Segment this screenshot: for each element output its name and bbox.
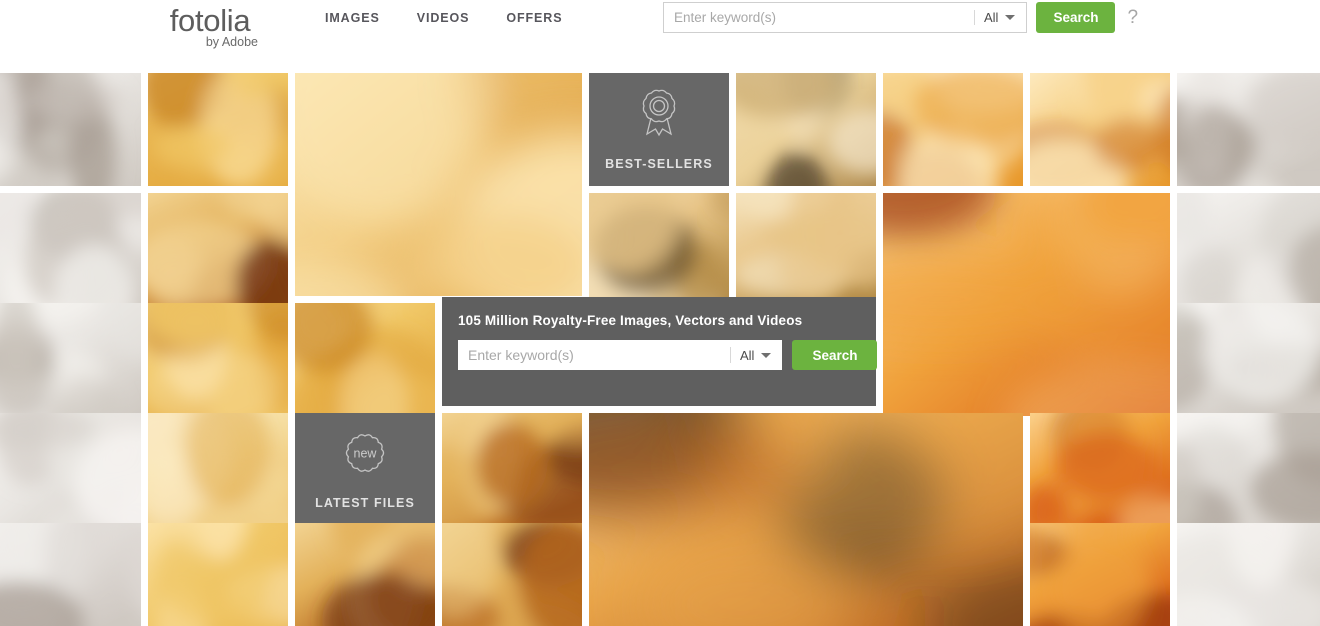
chevron-down-icon xyxy=(1005,15,1016,20)
tile-honeycomb-g[interactable] xyxy=(148,413,288,526)
chevron-down-icon xyxy=(761,352,772,358)
best-sellers-label: BEST-SELLERS xyxy=(605,157,713,171)
tile-green-facemask[interactable] xyxy=(0,303,141,416)
site-header: fotolia by Adobe IMAGES VIDEOS OFFERS Al… xyxy=(0,0,1320,64)
tile-honeycomb-d[interactable] xyxy=(148,193,288,306)
nav-item-images[interactable]: IMAGES xyxy=(325,11,380,25)
tile-golf-balls[interactable] xyxy=(1177,523,1320,626)
tile-honeycomb-f[interactable] xyxy=(295,303,435,416)
header-search-bar: All Search ? xyxy=(663,2,1138,33)
hero-scope-label: All xyxy=(740,347,755,363)
tile-best-sellers[interactable]: BEST-SELLERS xyxy=(589,73,729,186)
award-ribbon-icon xyxy=(637,88,681,143)
tile-pink-scooter[interactable] xyxy=(1177,73,1320,186)
tile-desert-mesa[interactable] xyxy=(0,193,141,306)
hero-title: 105 Million Royalty-Free Images, Vectors… xyxy=(458,313,803,328)
header-scope-label: All xyxy=(984,10,999,25)
hero-search-button[interactable]: Search xyxy=(792,340,878,370)
header-search-button[interactable]: Search xyxy=(1036,2,1116,33)
tile-beach-umbrella[interactable] xyxy=(0,523,141,626)
header-scope-dropdown[interactable]: All xyxy=(975,3,1026,32)
tile-latest-files[interactable]: new LATEST FILES xyxy=(295,413,435,526)
hero-search-bar: All Search xyxy=(458,340,878,370)
tile-bee-eye-a[interactable] xyxy=(589,193,729,306)
hero-searchbox: All xyxy=(458,340,783,370)
header-searchbox: All xyxy=(663,2,1028,33)
tile-craft-table[interactable] xyxy=(1177,303,1320,416)
tile-climber[interactable] xyxy=(1177,413,1320,526)
fotolia-logo[interactable]: fotolia by Adobe xyxy=(160,4,260,49)
tile-paw-print[interactable] xyxy=(0,413,141,526)
hero-search-panel: 105 Million Royalty-Free Images, Vectors… xyxy=(442,297,878,406)
tile-honeycomb-a[interactable] xyxy=(148,73,288,186)
tile-honeycomb-i[interactable] xyxy=(1030,413,1170,526)
hero-scope-dropdown[interactable]: All xyxy=(731,340,782,370)
tile-honeycomb-h[interactable] xyxy=(442,413,582,526)
tile-honeycomb-large-b[interactable] xyxy=(883,193,1170,416)
main-nav: IMAGES VIDEOS OFFERS xyxy=(325,11,562,25)
tile-honeycomb-b[interactable] xyxy=(883,73,1023,186)
nav-item-videos[interactable]: VIDEOS xyxy=(417,11,470,25)
hero-search-input[interactable] xyxy=(458,340,730,370)
tile-honeycomb-j[interactable] xyxy=(148,523,288,626)
nav-item-offers[interactable]: OFFERS xyxy=(506,11,562,25)
tile-honeycomb-l[interactable] xyxy=(442,523,582,626)
logo-wordmark: fotolia xyxy=(169,3,251,38)
tile-designer-desk[interactable] xyxy=(1177,193,1320,306)
header-search-input[interactable] xyxy=(664,3,974,32)
latest-files-label: LATEST FILES xyxy=(315,496,415,510)
tile-gardening-hands[interactable] xyxy=(0,73,141,186)
svg-text:new: new xyxy=(354,447,378,461)
help-question-icon[interactable]: ? xyxy=(1127,7,1138,29)
tile-bee-eye-b[interactable] xyxy=(736,193,876,306)
tile-honeycomb-e[interactable] xyxy=(148,303,288,416)
tile-honeycomb-m[interactable] xyxy=(1030,523,1170,626)
tile-honeycomb-c[interactable] xyxy=(1030,73,1170,186)
tile-honeycomb-k[interactable] xyxy=(295,523,435,626)
tile-bee-macro-a[interactable] xyxy=(736,73,876,186)
tile-honeycomb-large-a[interactable] xyxy=(295,73,582,296)
tile-bee-macro-large[interactable] xyxy=(589,413,1023,626)
new-starburst-icon: new xyxy=(341,429,389,482)
